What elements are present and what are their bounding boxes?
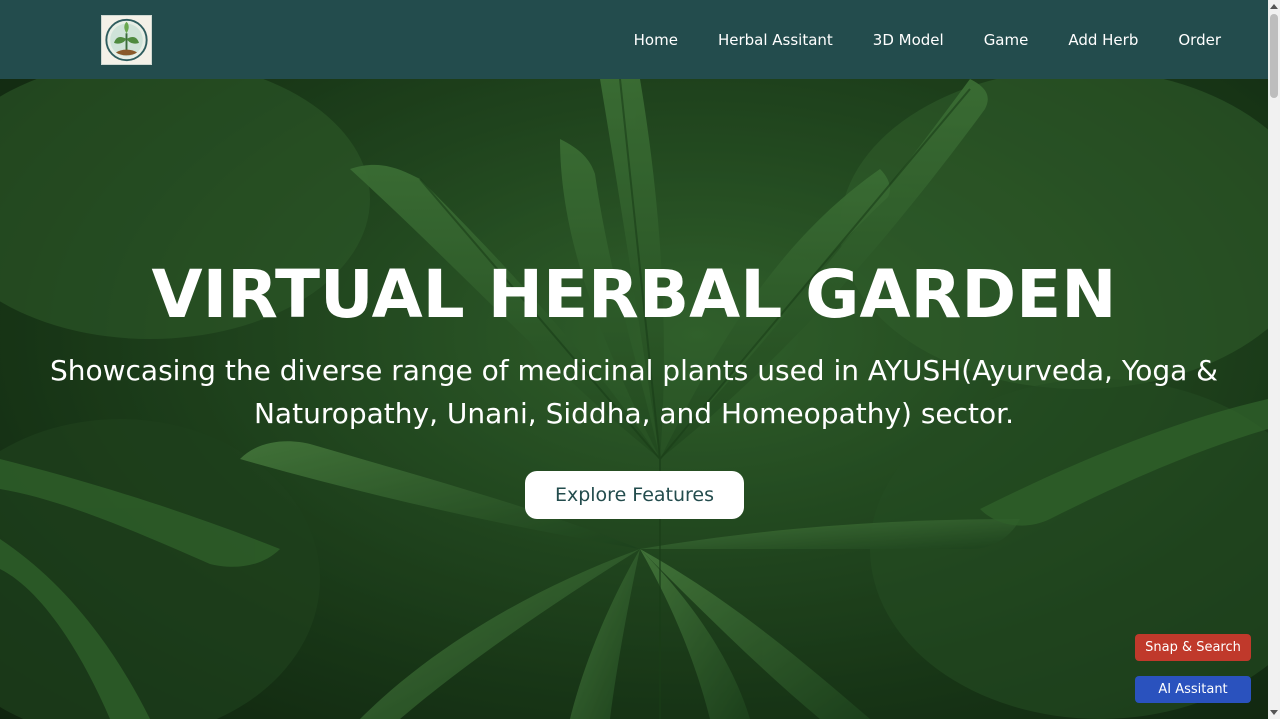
explore-features-button[interactable]: Explore Features [525,471,744,519]
scroll-thumb[interactable] [1270,14,1278,98]
scroll-down-arrow-icon[interactable] [1270,710,1278,715]
nav-add-herb[interactable]: Add Herb [1068,31,1138,49]
hero-subtitle-line1: Showcasing the diverse range of medicina… [49,354,1219,387]
nav-links: Home Herbal Assitant 3D Model Game Add H… [634,0,1221,79]
logo-icon[interactable] [101,15,152,65]
ai-assistant-button[interactable]: AI Assitant [1135,676,1251,703]
hero-section: VIRTUAL HERBAL GARDEN Showcasing the div… [0,79,1268,719]
nav-home[interactable]: Home [634,31,678,49]
nav-game[interactable]: Game [984,31,1029,49]
snap-and-search-button[interactable]: Snap & Search [1135,634,1251,661]
hero-subtitle-line2: Naturopathy, Unani, Siddha, and Homeopat… [253,397,1015,430]
scroll-up-arrow-icon[interactable] [1270,4,1278,9]
page: Home Herbal Assitant 3D Model Game Add H… [0,0,1280,719]
navbar: Home Herbal Assitant 3D Model Game Add H… [0,0,1268,79]
hero-title: VIRTUAL HERBAL GARDEN [151,256,1117,333]
nav-order[interactable]: Order [1178,31,1221,49]
nav-herbal-assistant[interactable]: Herbal Assitant [718,31,833,49]
hero-subtitle: Showcasing the diverse range of medicina… [20,349,1248,435]
herbal-garden-logo-icon [105,18,148,62]
page-scrollbar[interactable] [1268,0,1280,719]
nav-3d-model[interactable]: 3D Model [873,31,944,49]
